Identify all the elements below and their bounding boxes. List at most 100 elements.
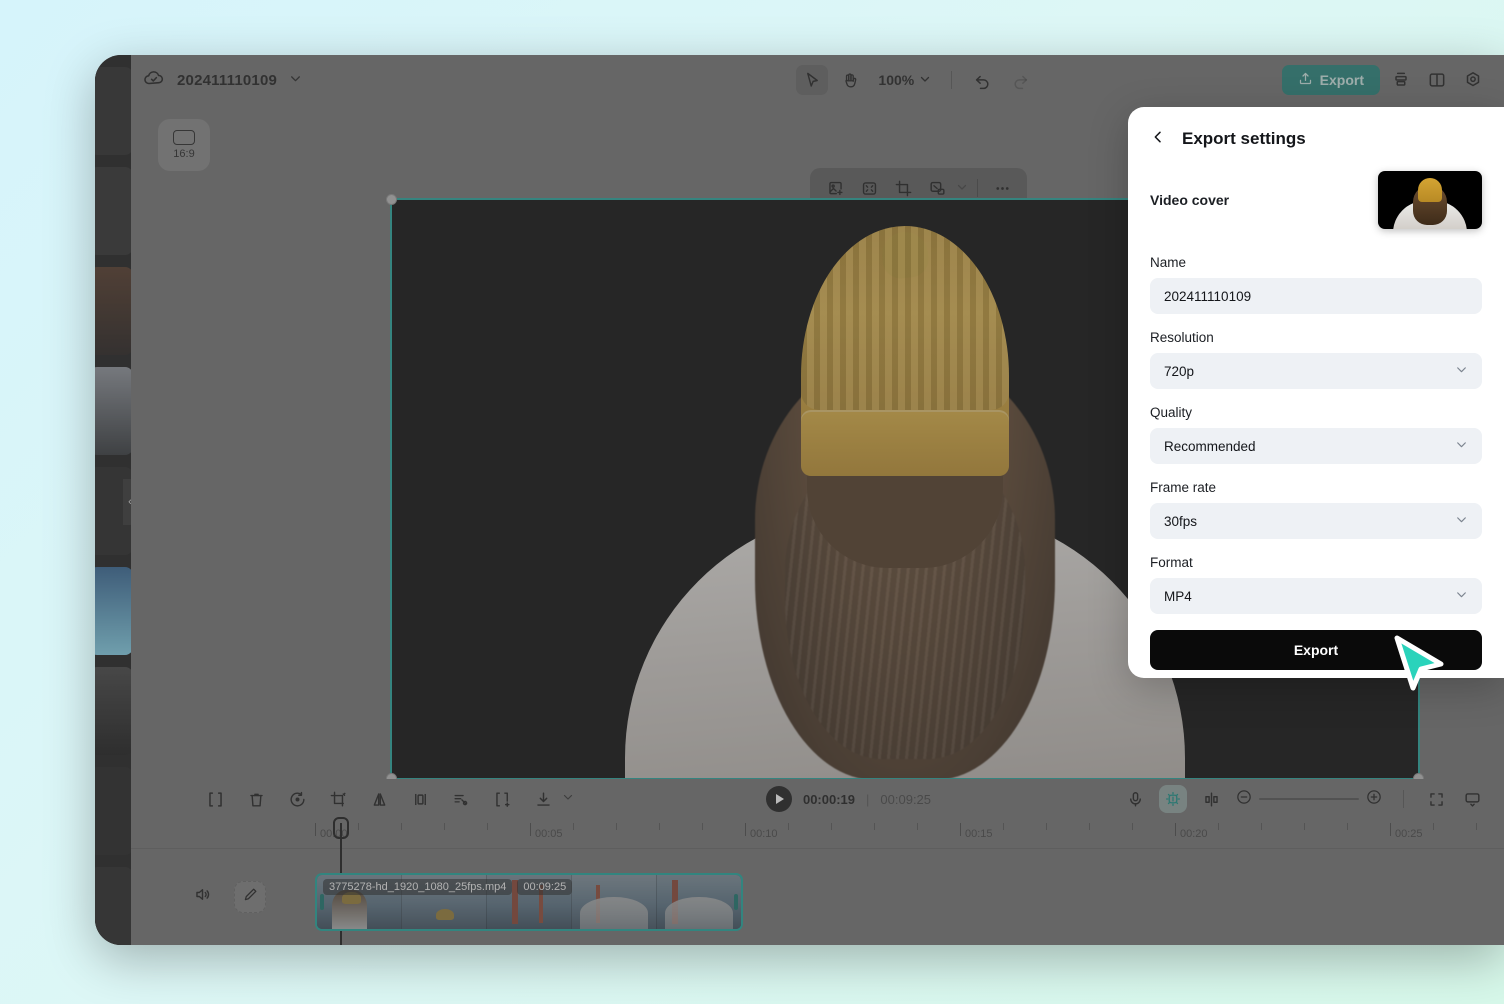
clip-trim-handle-right[interactable] bbox=[734, 894, 738, 910]
clip-duration: 00:09:25 bbox=[517, 879, 572, 895]
project-info: 202411110109 bbox=[131, 67, 551, 94]
display-icon[interactable] bbox=[1460, 787, 1484, 811]
media-thumbnail[interactable] bbox=[95, 167, 131, 255]
zoom-in-icon[interactable] bbox=[1365, 788, 1383, 811]
delete-icon[interactable] bbox=[244, 787, 268, 811]
fit-screen-icon[interactable] bbox=[1424, 787, 1448, 811]
quality-label: Quality bbox=[1150, 405, 1482, 420]
name-value: 202411110109 bbox=[1164, 289, 1251, 304]
resolution-label: Resolution bbox=[1150, 330, 1482, 345]
zoom-out-icon[interactable] bbox=[1235, 788, 1253, 811]
cloud-check-icon bbox=[143, 67, 165, 94]
track-header bbox=[131, 881, 266, 913]
media-thumbnail[interactable] bbox=[95, 67, 131, 155]
speaker-icon[interactable] bbox=[193, 885, 212, 909]
crop-icon[interactable] bbox=[888, 174, 918, 202]
time-separator: | bbox=[866, 792, 869, 807]
chevron-down-icon[interactable] bbox=[956, 181, 968, 196]
aspect-ratio-chip[interactable]: 16:9 bbox=[158, 119, 210, 171]
media-thumbnail[interactable] bbox=[95, 767, 131, 855]
format-field-group: Format MP4 bbox=[1150, 555, 1482, 614]
add-image-icon[interactable] bbox=[820, 174, 850, 202]
timeline-edit-tools bbox=[131, 787, 574, 811]
media-thumbnail[interactable] bbox=[95, 367, 131, 455]
pointer-cursor bbox=[1385, 630, 1455, 700]
clip-info: 3775278-hd_1920_1080_25fps.mp4 00:09:25 bbox=[323, 879, 572, 895]
chevron-down-icon[interactable] bbox=[289, 72, 302, 88]
picture-in-picture-icon[interactable] bbox=[922, 174, 952, 202]
framerate-select[interactable]: 30fps bbox=[1150, 503, 1482, 539]
more-options-icon[interactable] bbox=[987, 174, 1017, 202]
timeline-ruler[interactable]: 00:00 00:05 00:10 00:15 00:20 00:25 bbox=[131, 819, 1504, 849]
ruler-label: 00:20 bbox=[1180, 828, 1208, 840]
split-panel-icon[interactable] bbox=[1422, 65, 1452, 95]
resolution-select[interactable]: 720p bbox=[1150, 353, 1482, 389]
play-button[interactable] bbox=[766, 786, 792, 812]
mirror-icon[interactable] bbox=[367, 787, 391, 811]
download-icon[interactable] bbox=[531, 787, 555, 811]
resize-handle-top-left[interactable] bbox=[386, 194, 397, 205]
format-label: Format bbox=[1150, 555, 1482, 570]
ai-magic-icon[interactable] bbox=[1159, 785, 1187, 813]
speed-icon[interactable] bbox=[285, 787, 309, 811]
clip-name: 3775278-hd_1920_1080_25fps.mp4 bbox=[323, 879, 512, 895]
chevron-down-icon bbox=[1455, 363, 1468, 379]
toolbar-divider bbox=[977, 179, 978, 197]
canvas-tools: 100% bbox=[551, 65, 1282, 95]
redo-button[interactable] bbox=[1004, 65, 1036, 95]
zoom-level-dropdown[interactable]: 100% bbox=[878, 72, 931, 88]
zoom-slider-track[interactable] bbox=[1259, 798, 1359, 800]
gear-icon[interactable] bbox=[1458, 65, 1488, 95]
toolbar-divider bbox=[1403, 790, 1404, 808]
ruler-label: 00:15 bbox=[965, 828, 993, 840]
beanie-tip bbox=[880, 230, 931, 281]
timeline[interactable]: 00:00 00:05 00:10 00:15 00:20 00:25 bbox=[131, 819, 1504, 945]
clip-trim-handle-left[interactable] bbox=[320, 894, 324, 910]
current-time: 00:00:19 bbox=[803, 792, 855, 807]
quality-select[interactable]: Recommended bbox=[1150, 428, 1482, 464]
media-thumbnail[interactable] bbox=[95, 667, 131, 755]
format-select[interactable]: MP4 bbox=[1150, 578, 1482, 614]
name-input[interactable]: 202411110109 bbox=[1150, 278, 1482, 314]
zoom-level-value: 100% bbox=[878, 72, 914, 88]
top-toolbar: 202411110109 100% bbox=[131, 55, 1504, 105]
person-beanie bbox=[801, 226, 1009, 476]
media-thumbnail[interactable] bbox=[95, 567, 131, 655]
export-button-top-label: Export bbox=[1320, 72, 1364, 88]
chevron-left-icon[interactable] bbox=[1150, 129, 1166, 149]
microphone-icon[interactable] bbox=[1123, 787, 1147, 811]
panel-header: Export settings bbox=[1150, 129, 1482, 149]
resolution-value: 720p bbox=[1164, 364, 1194, 379]
freeze-frame-icon[interactable] bbox=[408, 787, 432, 811]
chevron-down-icon[interactable] bbox=[562, 790, 574, 808]
split-add-icon[interactable] bbox=[490, 787, 514, 811]
rectangle-icon bbox=[173, 130, 195, 145]
split-clip-icon[interactable] bbox=[203, 787, 227, 811]
fit-frame-icon[interactable] bbox=[854, 174, 884, 202]
hand-tool-button[interactable] bbox=[834, 65, 866, 95]
chevron-down-icon bbox=[919, 72, 931, 88]
undo-button[interactable] bbox=[966, 65, 998, 95]
align-icon[interactable] bbox=[1386, 65, 1416, 95]
name-field-group: Name 202411110109 bbox=[1150, 255, 1482, 314]
quality-field-group: Quality Recommended bbox=[1150, 405, 1482, 464]
panel-title: Export settings bbox=[1182, 129, 1306, 149]
edit-track-button[interactable] bbox=[234, 881, 266, 913]
crop-icon[interactable] bbox=[326, 787, 350, 811]
cut-out-icon[interactable] bbox=[449, 787, 473, 811]
split-marker-icon[interactable] bbox=[1199, 787, 1223, 811]
timeline-zoom-slider[interactable] bbox=[1235, 788, 1383, 811]
media-thumbnail[interactable] bbox=[95, 867, 131, 945]
video-cover-label: Video cover bbox=[1150, 192, 1229, 208]
ruler-label: 00:05 bbox=[535, 828, 563, 840]
name-label: Name bbox=[1150, 255, 1482, 270]
timeline-clip[interactable]: 3775278-hd_1920_1080_25fps.mp4 00:09:25 bbox=[315, 873, 743, 931]
select-tool-button[interactable] bbox=[796, 65, 828, 95]
total-time: 00:09:25 bbox=[880, 792, 931, 807]
project-title: 202411110109 bbox=[177, 72, 277, 89]
media-thumbnail[interactable] bbox=[95, 267, 131, 355]
upload-icon bbox=[1298, 71, 1313, 89]
video-cover-thumbnail[interactable] bbox=[1378, 171, 1482, 229]
export-button-top[interactable]: Export bbox=[1282, 65, 1380, 95]
playback-controls: 00:00:19 | 00:09:25 bbox=[574, 786, 1123, 812]
